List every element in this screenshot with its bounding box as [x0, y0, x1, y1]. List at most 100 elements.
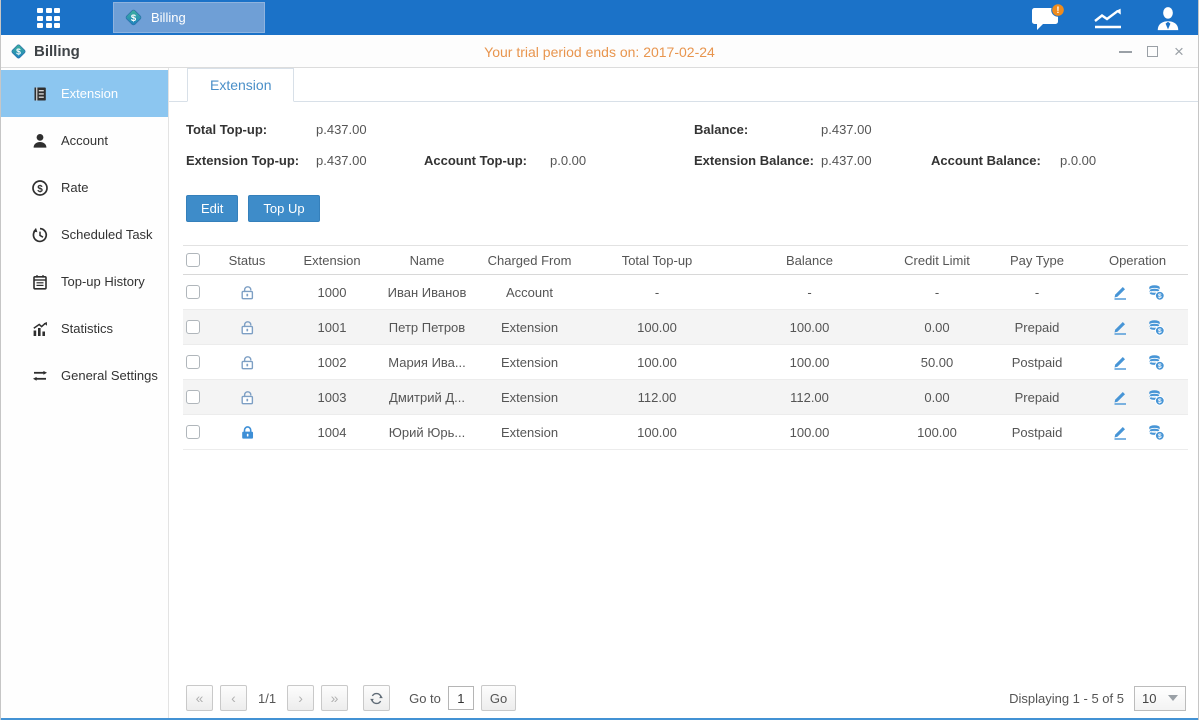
- cell-name: Мария Ива...: [377, 355, 477, 370]
- cell-balance: 100.00: [732, 320, 887, 335]
- cell-extension: 1003: [287, 390, 377, 405]
- maximize-button[interactable]: [1143, 43, 1161, 61]
- cell-total-topup: 112.00: [582, 390, 732, 405]
- cell-pay-type: Prepaid: [987, 320, 1087, 335]
- billing-diamond-icon: $: [10, 43, 27, 60]
- lock-closed-icon: [207, 424, 287, 441]
- cell-balance: 112.00: [732, 390, 887, 405]
- ledger-icon: [31, 273, 49, 291]
- sidebar-item-top-up-history[interactable]: Top-up History: [1, 258, 168, 305]
- refresh-button[interactable]: [363, 685, 390, 711]
- last-page-button[interactable]: »: [321, 685, 348, 711]
- col-charged-from: Charged From: [477, 253, 582, 268]
- close-button[interactable]: ×: [1170, 43, 1188, 61]
- sidebar-item-scheduled-task[interactable]: Scheduled Task: [1, 211, 168, 258]
- topbar-tab-billing[interactable]: $ Billing: [113, 2, 265, 33]
- user-account-icon[interactable]: [1138, 0, 1198, 35]
- svg-text:$: $: [37, 183, 43, 194]
- cell-extension: 1002: [287, 355, 377, 370]
- lock-open-icon: [207, 319, 287, 336]
- cell-extension: 1004: [287, 425, 377, 440]
- col-pay-type: Pay Type: [987, 253, 1087, 268]
- goto-page-input[interactable]: [448, 686, 474, 710]
- cell-pay-type: Postpaid: [987, 425, 1087, 440]
- app-grid-icon[interactable]: [37, 8, 69, 28]
- prev-page-button[interactable]: ‹: [220, 685, 247, 711]
- topup-coins-icon[interactable]: $: [1147, 388, 1165, 406]
- topup-coins-icon[interactable]: $: [1147, 423, 1165, 441]
- table-row-extension-1002: 1002Мария Ива...Extension100.00100.0050.…: [183, 345, 1188, 380]
- go-button[interactable]: Go: [481, 685, 516, 711]
- stats-icon: [31, 320, 49, 338]
- table-row-extension-1004: 1004Юрий Юрь...Extension100.00100.00100.…: [183, 415, 1188, 450]
- cell-pay-type: Prepaid: [987, 390, 1087, 405]
- sidebar-item-label: Statistics: [61, 321, 113, 336]
- cell-credit-limit: 0.00: [887, 390, 987, 405]
- col-name: Name: [377, 253, 477, 268]
- page-size-select[interactable]: 10: [1134, 686, 1186, 711]
- cell-balance: 100.00: [732, 425, 887, 440]
- sidebar-item-general-settings[interactable]: General Settings: [1, 352, 168, 399]
- row-checkbox[interactable]: [186, 355, 200, 369]
- row-checkbox[interactable]: [186, 425, 200, 439]
- topup-coins-icon[interactable]: $: [1147, 318, 1165, 336]
- edit-icon[interactable]: [1111, 423, 1129, 441]
- table-row-extension-1000: 1000Иван ИвановAccount----$: [183, 275, 1188, 310]
- topbar-tab-label: Billing: [151, 10, 186, 25]
- sidebar-item-extension[interactable]: Extension: [1, 70, 168, 117]
- clock-icon: [31, 226, 49, 244]
- first-page-button[interactable]: «: [186, 685, 213, 711]
- cell-balance: 100.00: [732, 355, 887, 370]
- select-all-checkbox[interactable]: [186, 253, 200, 267]
- row-checkbox[interactable]: [186, 390, 200, 404]
- edit-icon[interactable]: [1111, 353, 1129, 371]
- edit-icon[interactable]: [1111, 283, 1129, 301]
- toolbar: Edit Top Up: [186, 195, 320, 222]
- next-page-button[interactable]: ›: [287, 685, 314, 711]
- edit-button[interactable]: Edit: [186, 195, 238, 222]
- goto-label: Go to: [409, 691, 441, 706]
- sidebar-item-account[interactable]: Account: [1, 117, 168, 164]
- account-topup-value: p.0.00: [550, 153, 586, 168]
- cell-balance: -: [732, 285, 887, 300]
- extension-balance-label: Extension Balance:: [694, 153, 814, 168]
- table-row-extension-1003: 1003Дмитрий Д...Extension112.00112.000.0…: [183, 380, 1188, 415]
- sidebar-item-statistics[interactable]: Statistics: [1, 305, 168, 352]
- cell-credit-limit: 100.00: [887, 425, 987, 440]
- topbar-actions: !: [1018, 0, 1198, 35]
- svg-text:$: $: [1157, 363, 1161, 370]
- svg-text:$: $: [1157, 293, 1161, 300]
- edit-icon[interactable]: [1111, 388, 1129, 406]
- cell-credit-limit: -: [887, 285, 987, 300]
- col-credit-limit: Credit Limit: [887, 253, 987, 268]
- sidebar: ExtensionAccount$Rate Scheduled Task Top-u…: [1, 68, 169, 718]
- topup-coins-icon[interactable]: $: [1147, 353, 1165, 371]
- col-operation: Operation: [1087, 253, 1188, 268]
- cell-name: Иван Иванов: [377, 285, 477, 300]
- statistics-chart-icon[interactable]: [1078, 0, 1138, 35]
- svg-text:$: $: [1157, 398, 1161, 405]
- topup-coins-icon[interactable]: $: [1147, 283, 1165, 301]
- cell-credit-limit: 50.00: [887, 355, 987, 370]
- cell-charged-from: Extension: [477, 390, 582, 405]
- sidebar-item-label: Scheduled Task: [61, 227, 153, 242]
- col-extension: Extension: [287, 253, 377, 268]
- lock-open-icon: [207, 354, 287, 371]
- row-checkbox[interactable]: [186, 285, 200, 299]
- messages-icon[interactable]: !: [1018, 0, 1078, 35]
- cell-name: Юрий Юрь...: [377, 425, 477, 440]
- cell-credit-limit: 0.00: [887, 320, 987, 335]
- refresh-icon: [369, 691, 384, 706]
- cell-charged-from: Extension: [477, 425, 582, 440]
- tab-label: Extension: [210, 77, 271, 93]
- col-total-topup: Total Top-up: [582, 253, 732, 268]
- cell-name: Дмитрий Д...: [377, 390, 477, 405]
- tab-extension[interactable]: Extension: [187, 68, 294, 102]
- sidebar-item-rate[interactable]: $Rate: [1, 164, 168, 211]
- row-checkbox[interactable]: [186, 320, 200, 334]
- topup-button[interactable]: Top Up: [248, 195, 319, 222]
- cell-charged-from: Extension: [477, 355, 582, 370]
- billing-window: $ Billing ! Your trial period ends on: 2…: [0, 0, 1199, 720]
- minimize-button[interactable]: [1116, 43, 1134, 61]
- edit-icon[interactable]: [1111, 318, 1129, 336]
